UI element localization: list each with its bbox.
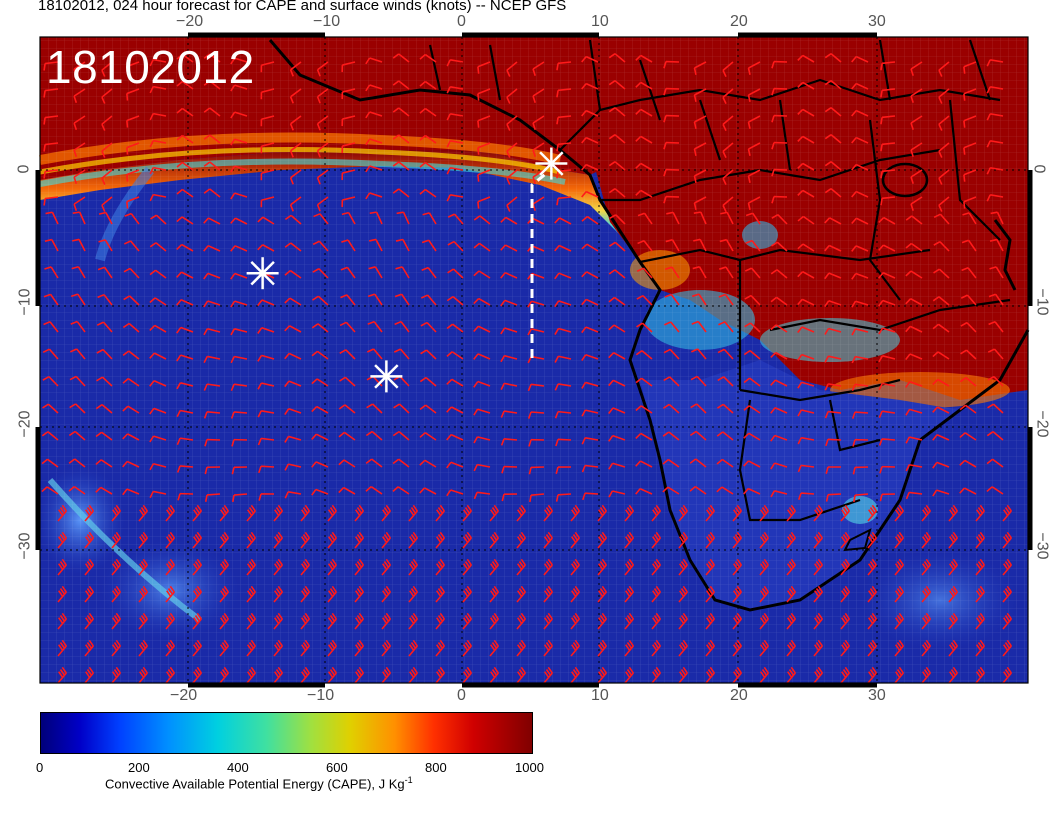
colorbar-tick: 200: [128, 760, 150, 775]
lon-label-top: 0: [457, 13, 466, 30]
star-marker: [535, 147, 568, 180]
lat-label-left: −20: [16, 410, 34, 438]
lon-label-bottom: 10: [591, 687, 609, 704]
lat-label-left: 0: [15, 164, 33, 174]
colorbar-label: Convective Available Potential Energy (C…: [105, 775, 413, 792]
star-marker: [370, 360, 403, 393]
star-marker: [246, 257, 279, 290]
lon-label-bottom: −10: [307, 687, 335, 704]
lon-label-bottom: 0: [457, 687, 466, 704]
lat-label-right: −30: [1033, 532, 1051, 560]
lat-label-right: 0: [1030, 164, 1048, 174]
lat-label-right: −20: [1033, 410, 1051, 438]
lat-label-left: −10: [16, 288, 34, 316]
lat-label-right: −10: [1033, 288, 1051, 316]
lon-label-top: −10: [313, 13, 341, 30]
cape-colorbar: [40, 712, 533, 754]
lon-label-bottom: 20: [730, 687, 748, 704]
lon-label-top: 20: [730, 13, 748, 30]
colorbar-tick: 800: [425, 760, 447, 775]
lon-label-bottom: −20: [170, 687, 198, 704]
colorbar-tick: 400: [227, 760, 249, 775]
lon-label-bottom: 30: [868, 687, 886, 704]
lon-label-top: 30: [868, 13, 886, 30]
map-canvas: [35, 32, 1033, 688]
lon-label-top: −20: [176, 13, 204, 30]
lon-label-top: 10: [591, 13, 609, 30]
colorbar-tick: 1000: [515, 760, 544, 775]
colorbar-tick: 600: [326, 760, 348, 775]
colorbar-tick: 0: [36, 760, 44, 775]
date-stamp: 18102012: [46, 41, 255, 93]
lat-label-left: −30: [16, 532, 34, 560]
